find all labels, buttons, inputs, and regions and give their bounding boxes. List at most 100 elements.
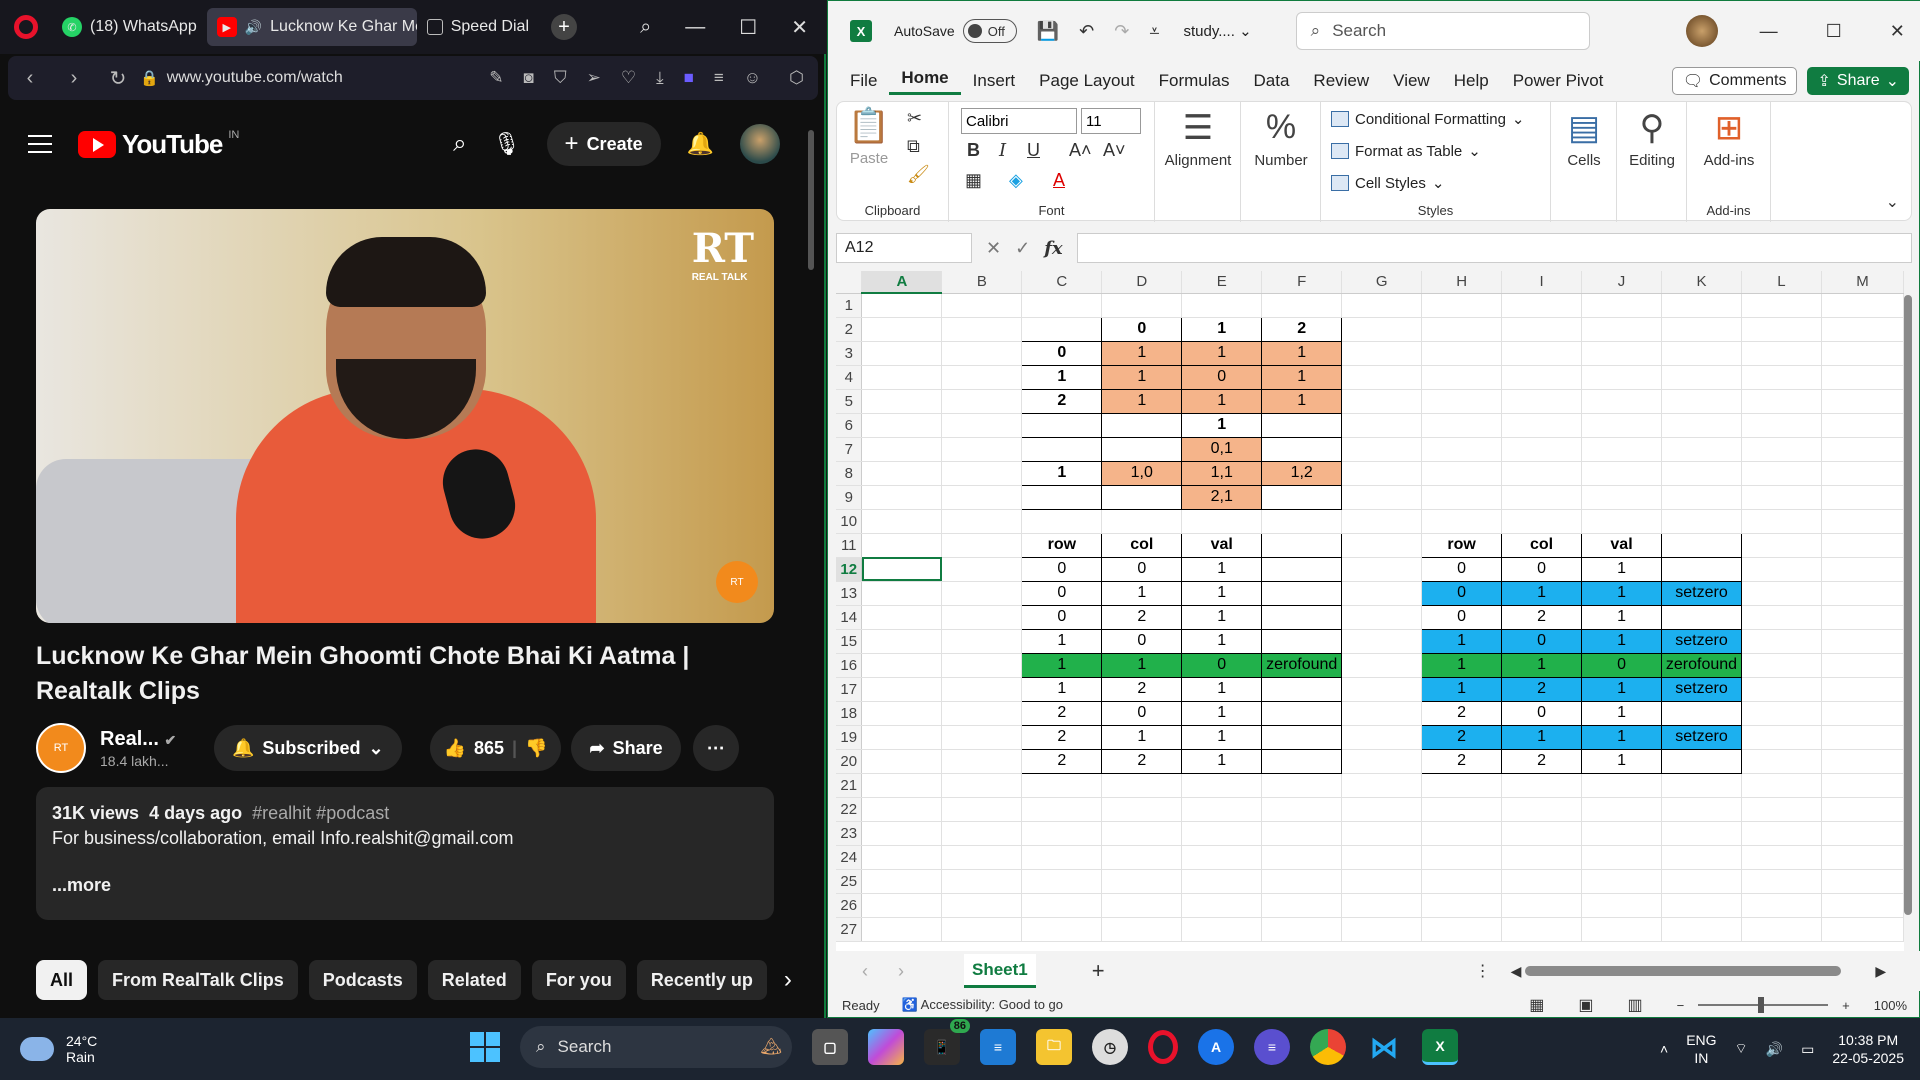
page-layout-view-icon[interactable]: ▣ [1578,995,1593,1015]
row-header[interactable]: 18 [836,701,863,726]
cell[interactable] [1821,749,1904,774]
cell[interactable] [861,581,943,606]
cell[interactable] [1501,293,1583,318]
row-header[interactable]: 17 [836,677,863,702]
font-name-select[interactable]: Calibri [961,108,1077,134]
cell[interactable] [1821,797,1904,822]
cell[interactable] [1341,701,1423,726]
cell[interactable] [1341,461,1423,486]
cell[interactable]: 1 [1101,580,1183,606]
row-header[interactable]: 15 [836,629,863,654]
task-view-icon[interactable]: ▢ [812,1029,848,1065]
cell[interactable] [1821,677,1904,702]
cell[interactable]: setzero [1661,628,1742,654]
cell[interactable]: 2 [1021,724,1103,750]
column-header-j[interactable]: J [1581,271,1662,294]
accessibility-status[interactable]: ♿ Accessibility: Good to go [902,997,1063,1013]
column-header-k[interactable]: K [1661,271,1742,294]
cell[interactable] [1101,436,1183,462]
cell[interactable] [1581,461,1662,486]
cell[interactable] [1581,485,1662,510]
copilot-icon[interactable] [868,1029,904,1065]
cell[interactable] [861,845,943,870]
cell[interactable] [941,293,1023,318]
tab-home[interactable]: Home [889,68,961,95]
row-header[interactable]: 27 [836,917,863,942]
cell[interactable] [1101,821,1183,846]
decrease-font-icon[interactable]: A˅ [1103,140,1126,161]
cell[interactable]: 1 [1181,412,1263,438]
minimize-button[interactable]: — [685,16,705,39]
reload-icon[interactable]: ↻ [96,66,140,91]
chip-related[interactable]: Related [427,960,521,1000]
cell[interactable] [1741,533,1822,558]
speaker-icon[interactable]: 🔊 [245,19,262,36]
cell[interactable] [941,605,1023,630]
cell[interactable] [1821,533,1904,558]
bold-icon[interactable]: B [967,140,980,161]
cell[interactable] [1501,389,1583,414]
cell[interactable] [1021,773,1103,798]
cell[interactable]: 2 [1021,388,1103,414]
cell[interactable]: 0 [1181,364,1263,390]
cell[interactable] [1741,653,1822,678]
cell[interactable]: setzero [1661,724,1742,750]
cell[interactable] [1581,797,1662,822]
cell[interactable] [1341,749,1423,774]
cell[interactable] [1501,413,1583,438]
collapse-ribbon-icon[interactable]: ⌄ [1886,192,1899,212]
cell[interactable] [1421,845,1503,870]
start-button[interactable] [470,1032,500,1062]
cell[interactable] [941,509,1023,534]
horizontal-scrollbar[interactable] [1525,966,1842,976]
cell[interactable] [1821,389,1904,414]
cell[interactable] [1421,797,1503,822]
row-header[interactable]: 11 [836,533,863,558]
select-all-corner[interactable] [836,271,863,294]
notifications-bell-icon[interactable]: 🔔 [687,131,714,157]
cell[interactable] [941,797,1023,822]
cell[interactable] [1421,317,1503,342]
cell[interactable]: 0 [1021,604,1103,630]
row-header[interactable]: 24 [836,845,863,870]
cell[interactable] [1261,700,1343,726]
maximize-button[interactable]: ☐ [739,15,757,40]
row-header[interactable]: 7 [836,437,863,462]
cell[interactable] [941,653,1023,678]
cell[interactable] [1261,509,1343,534]
column-header-f[interactable]: F [1261,271,1343,294]
cell[interactable] [861,461,943,486]
cell[interactable] [1261,917,1343,942]
row-header[interactable]: 21 [836,773,863,798]
cell[interactable] [1821,557,1904,582]
cell[interactable] [1341,437,1423,462]
clock-app-icon[interactable]: ◷ [1092,1029,1128,1065]
cell[interactable] [1741,821,1822,846]
cell[interactable]: 1 [1501,724,1583,750]
cell[interactable] [1421,341,1503,366]
cell[interactable] [1261,293,1343,318]
cell[interactable]: 1 [1021,652,1103,678]
row-header[interactable]: 12 [836,557,863,582]
mic-icon[interactable]: 🎙 [493,131,521,157]
cell[interactable]: zerofound [1261,652,1343,678]
cell[interactable]: 1 [1181,748,1263,774]
cell[interactable] [1661,293,1742,318]
cell[interactable]: 1 [1581,724,1662,750]
cell[interactable] [1661,532,1742,558]
cell[interactable] [1501,845,1583,870]
chip-all[interactable]: All [36,960,88,1000]
cell[interactable] [1581,845,1662,870]
cell[interactable] [1261,821,1343,846]
cell[interactable]: 2 [1021,748,1103,774]
cell[interactable] [1341,725,1423,750]
cell[interactable] [1581,821,1662,846]
scroll-right-icon[interactable]: ▶ [1875,963,1886,980]
cell[interactable] [1741,725,1822,750]
cell[interactable] [1101,773,1183,798]
cell[interactable] [1581,389,1662,414]
chevron-right-icon[interactable]: › [784,966,792,994]
row-header[interactable]: 16 [836,653,863,678]
cell[interactable]: 2 [1501,676,1583,702]
cell[interactable]: 1 [1581,628,1662,654]
